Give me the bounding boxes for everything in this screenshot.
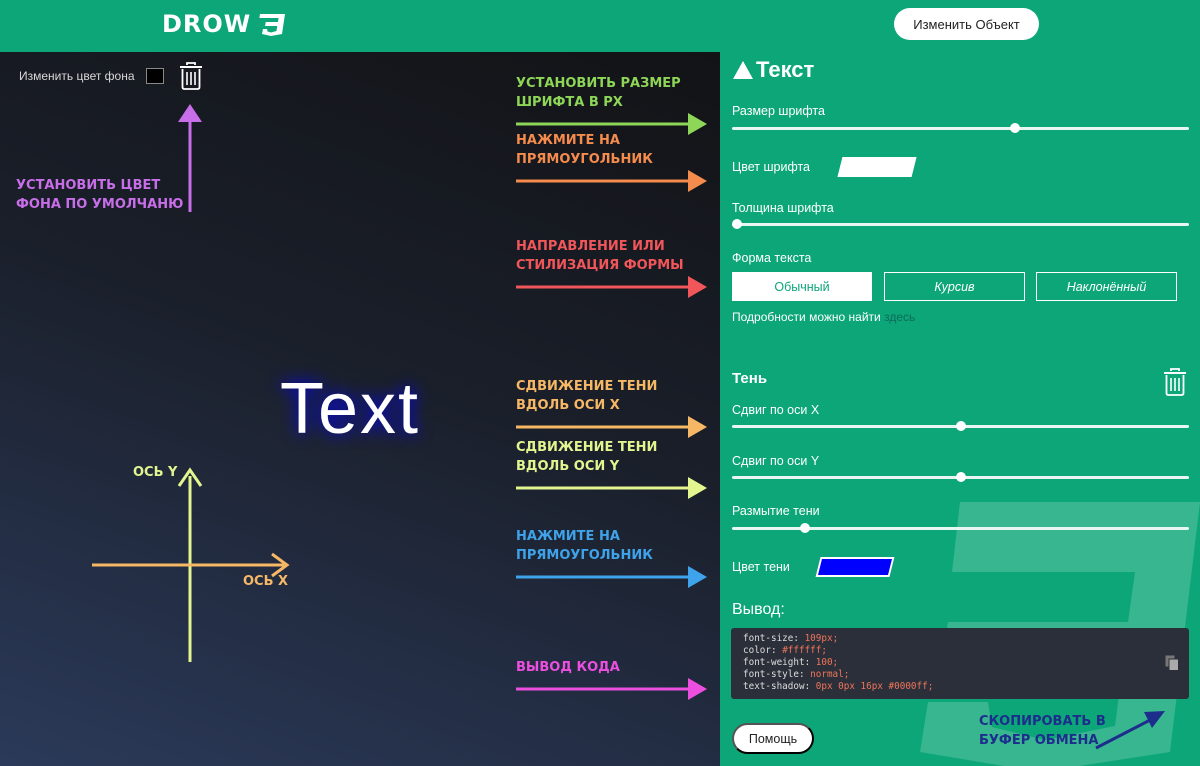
text-form-label: Форма текста	[732, 251, 812, 265]
top-bar: DROW Изменить Объект	[0, 0, 1200, 52]
arrow-right-icon	[516, 170, 707, 192]
blur-label: Размытие тени	[732, 504, 820, 518]
code-value: 0px 0px 16px #0000ff;	[815, 681, 934, 692]
annotation-click-rect: НАЖМИТЕ НА ПРЯМОУГОЛЬНИК	[516, 133, 653, 167]
code-key: font-style:	[743, 669, 811, 680]
shift-x-slider[interactable]	[732, 421, 1189, 431]
settings-panel: Текст Размер шрифта Цвет шрифта Толщина …	[720, 52, 1200, 766]
font-weight-slider[interactable]	[731, 219, 1189, 229]
annotation-shift-y: СДВИЖЕНИЕ ТЕНИ ВДОЛЬ ОСИ Y	[516, 440, 658, 474]
css3-logo-icon	[259, 14, 286, 36]
arrow-up-icon	[178, 104, 202, 212]
shift-y-label: Сдвиг по оси Y	[732, 454, 820, 468]
code-lines: font-size: 109px; color: #ffffff; font-wei…	[743, 633, 1177, 693]
slider-knob[interactable]	[1010, 123, 1021, 133]
font-size-slider[interactable]	[732, 123, 1189, 133]
shadow-color-label: Цвет тени	[732, 560, 790, 574]
annotation-set-bg: УСТАНОВИТЬ ЦВЕТ ФОНА ПО УМОЛЧАНЮ	[16, 178, 184, 212]
slider-knob[interactable]	[800, 523, 811, 533]
logo: DROW	[162, 10, 287, 38]
triangle-icon	[733, 61, 753, 79]
shadow-title: Тень	[732, 370, 768, 387]
details-link[interactable]: здесь	[884, 310, 915, 324]
form-italic-button[interactable]: Курсив	[884, 272, 1025, 301]
bg-color-label: Изменить цвет фона	[19, 69, 135, 83]
axes-diagram	[92, 467, 290, 662]
arrow-up-right-icon	[1095, 711, 1165, 750]
output-title: Вывод:	[732, 601, 785, 618]
form-oblique-button[interactable]: Наклонённый	[1036, 272, 1177, 301]
arrow-right-icon	[516, 416, 707, 438]
annotation-direction: НАПРАВЛЕНИЕ ИЛИ СТИЛИЗАЦИЯ ФОРМЫ	[516, 239, 684, 273]
arrow-right-icon	[516, 276, 707, 298]
font-size-label: Размер шрифта	[732, 104, 825, 118]
blur-slider[interactable]	[732, 523, 1189, 533]
annotation-shift-x: СДВИЖЕНИЕ ТЕНИ ВДОЛЬ ОСИ X	[516, 379, 658, 413]
shift-y-slider[interactable]	[732, 472, 1189, 482]
arrow-right-icon	[516, 678, 707, 700]
shadow-color-swatch[interactable]	[815, 557, 895, 577]
code-line: font-weight: 100;	[743, 657, 1177, 669]
bg-color-swatch[interactable]	[146, 68, 164, 84]
copy-icon[interactable]	[1165, 655, 1179, 671]
trash-icon[interactable]	[179, 62, 203, 90]
code-line: font-size: 109px;	[743, 633, 1177, 645]
annotation-click-rect-shadow: НАЖМИТЕ НА ПРЯМОУГОЛЬНИК	[516, 529, 653, 563]
code-line: color: #ffffff;	[743, 645, 1177, 657]
code-line: text-shadow: 0px 0px 16px #0000ff;	[743, 681, 1177, 693]
code-key: text-shadow:	[743, 681, 816, 692]
panel-title: Текст	[732, 57, 814, 83]
trash-icon[interactable]	[1163, 368, 1187, 396]
slider-knob[interactable]	[731, 219, 742, 229]
annotation-code-output: ВЫВОД КОДА	[516, 660, 620, 675]
font-color-swatch[interactable]	[837, 157, 917, 177]
code-value: 100;	[815, 657, 839, 668]
code-output: font-size: 109px; color: #ffffff; font-wei…	[731, 628, 1189, 699]
code-value: 109px;	[804, 633, 839, 644]
details-text: Подробности можно найти здесь	[732, 310, 916, 324]
help-button[interactable]: Помощь	[732, 723, 814, 754]
arrow-right-icon	[516, 477, 707, 499]
font-color-label: Цвет шрифта	[732, 160, 810, 174]
preview-text[interactable]: Text	[280, 368, 420, 450]
arrow-right-icon	[516, 566, 707, 588]
code-line: font-style: normal;	[743, 669, 1177, 681]
code-value: #ffffff;	[782, 645, 827, 656]
code-value: normal;	[810, 669, 850, 680]
code-key: color:	[743, 645, 783, 656]
form-normal-button[interactable]: Обычный	[732, 272, 872, 301]
logo-text: DROW	[162, 10, 252, 38]
code-key: font-size:	[743, 633, 805, 644]
shift-x-label: Сдвиг по оси X	[732, 403, 820, 417]
code-key: font-weight:	[743, 657, 816, 668]
slider-knob[interactable]	[955, 421, 966, 431]
slider-knob[interactable]	[955, 472, 966, 482]
annotation-copy: СКОПИРОВАТЬ В БУФЕР ОБМЕНА	[979, 714, 1106, 748]
edit-object-button[interactable]: Изменить Объект	[894, 8, 1039, 40]
annotation-font-size: УСТАНОВИТЬ РАЗМЕР ШРИФТА В PX	[516, 76, 681, 110]
font-weight-label: Толщина шрифта	[732, 201, 834, 215]
